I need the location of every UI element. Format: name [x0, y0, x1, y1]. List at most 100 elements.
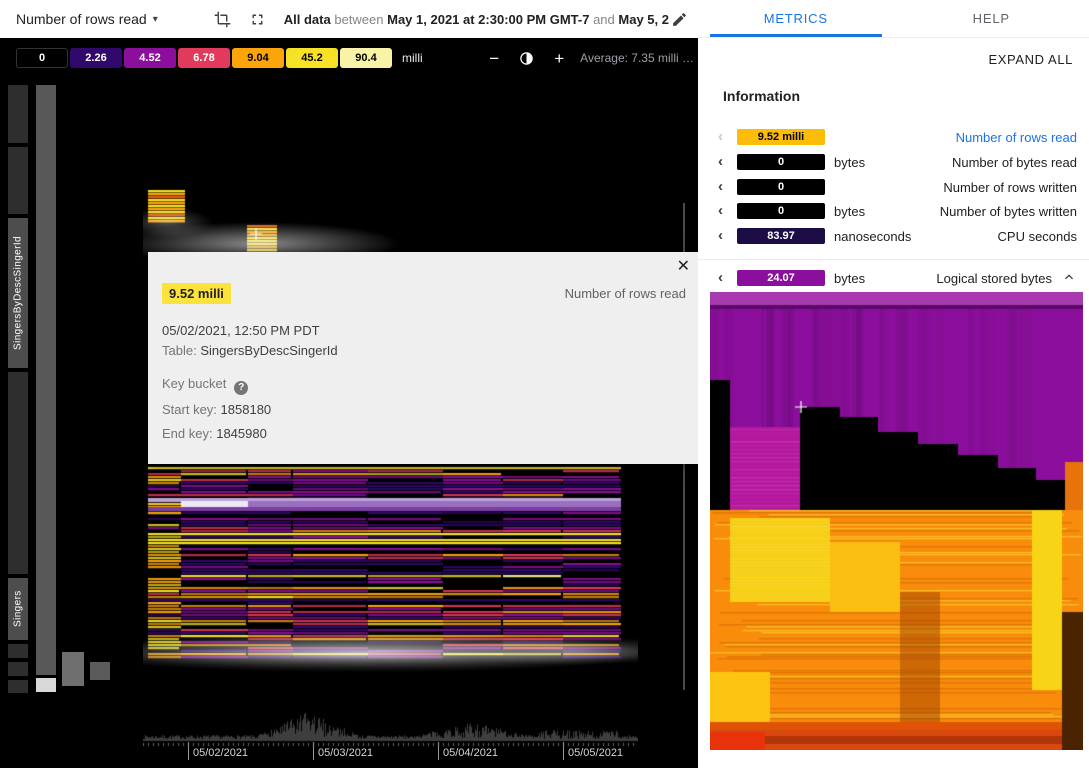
start-key-label: Start key:: [162, 402, 217, 417]
legend-chip: 9.04: [232, 48, 284, 68]
key-scrollbar-thumb[interactable]: [36, 678, 56, 692]
legend-chip: 6.78: [178, 48, 230, 68]
end-key-label: End key:: [162, 426, 213, 441]
detail-heatmap-canvas[interactable]: [710, 292, 1083, 750]
tooltip-end-key-line: End key: 1845980: [162, 426, 267, 441]
time-axis-label: 05/02/2021: [188, 747, 248, 760]
chevron-left-icon[interactable]: ‹: [718, 227, 723, 244]
contrast-button[interactable]: [517, 51, 536, 66]
crop-icon: [214, 11, 231, 28]
range-all-data: All data: [284, 12, 331, 27]
tooltip-table-value: SingersByDescSingerId: [200, 343, 337, 358]
metric-name[interactable]: Number of rows written: [943, 180, 1077, 195]
legend-chip: 4.52: [124, 48, 176, 68]
divider: [698, 259, 1089, 260]
expand-all-button[interactable]: EXPAND ALL: [988, 52, 1073, 67]
key-range-segment[interactable]: [8, 147, 28, 214]
metric-value-chip: 0: [737, 203, 825, 219]
legend-unit: milli: [402, 51, 423, 65]
toolbar-left: Number of rows read ▾ All data between M…: [0, 0, 698, 38]
crop-button[interactable]: [212, 9, 233, 30]
metric-row[interactable]: ‹ 83.97 nanoseconds CPU seconds: [698, 227, 1089, 247]
table-label[interactable]: Singers: [8, 578, 28, 640]
key-visualizer-app: Number of rows read ▾ All data between M…: [0, 0, 1089, 768]
metric-row[interactable]: ‹ 0 Number of rows written: [698, 178, 1089, 198]
metric-unit: nanoseconds: [834, 229, 911, 244]
metric-unit: bytes: [834, 204, 865, 219]
chevron-left-icon[interactable]: ‹: [718, 153, 723, 170]
metric-unit: bytes: [834, 155, 865, 170]
table-axis-track[interactable]: SingersByDescSingerId Singers: [8, 85, 28, 697]
average-value: Average: 7.35 milli …: [580, 51, 694, 65]
chevron-left-icon[interactable]: ‹: [718, 178, 723, 195]
caret-down-icon: ▾: [153, 14, 158, 25]
tooltip-table-line: Table: SingersByDescSingerId: [162, 343, 338, 358]
fullscreen-button[interactable]: [247, 9, 268, 30]
range-between: between: [334, 12, 383, 27]
tooltip-key-bucket-line: Key bucket?: [162, 376, 248, 395]
key-range-segment[interactable]: [8, 644, 28, 658]
tab-help[interactable]: HELP: [894, 0, 1089, 37]
chevron-left-icon[interactable]: ‹: [718, 269, 723, 286]
key-range-segment[interactable]: [8, 680, 28, 693]
minimap-block[interactable]: [62, 652, 84, 686]
collapse-section-button[interactable]: [1061, 269, 1077, 288]
key-range-segment[interactable]: [8, 662, 28, 676]
minimap-block[interactable]: [90, 662, 110, 680]
tooltip-table-label: Table:: [162, 343, 197, 358]
metric-value-chip: 9.52 milli: [737, 129, 825, 145]
metric-row[interactable]: ‹ 0 bytes Number of bytes written: [698, 202, 1089, 222]
end-key-value: 1845980: [216, 426, 267, 441]
metric-name[interactable]: Number of rows read: [956, 130, 1077, 145]
metric-name[interactable]: Number of bytes read: [952, 155, 1077, 170]
metric-row[interactable]: ‹ 9.52 milli Number of rows read: [698, 128, 1089, 148]
legend-chip: 45.2: [286, 48, 338, 68]
metric-value-chip: 0: [737, 179, 825, 195]
range-and: and: [593, 12, 615, 27]
tab-metrics[interactable]: METRICS: [698, 0, 894, 37]
pencil-icon: [671, 11, 688, 28]
metric-value-chip: 0: [737, 154, 825, 170]
time-axis-label: 05/05/2021: [563, 747, 623, 760]
key-bucket-label: Key bucket: [162, 376, 226, 391]
fullscreen-icon: [249, 11, 266, 28]
time-axis-label: 05/04/2021: [438, 747, 498, 760]
legend-chip: 0: [16, 48, 68, 68]
metric-name[interactable]: CPU seconds: [998, 229, 1077, 244]
help-icon[interactable]: ?: [234, 381, 248, 395]
metric-row[interactable]: ‹ 0 bytes Number of bytes read: [698, 153, 1089, 173]
metric-dropdown[interactable]: Number of rows read ▾: [16, 11, 158, 27]
metric-value-chip: 83.97: [737, 228, 825, 244]
right-panel-tabs: METRICS HELP: [698, 0, 1089, 38]
key-range-segment[interactable]: [8, 372, 28, 574]
metric-dropdown-label: Number of rows read: [16, 11, 147, 27]
information-title: Information: [723, 88, 800, 104]
heatmap-panel: 0 2.26 4.52 6.78 9.04 45.2 90.4 milli − …: [0, 38, 698, 768]
heatmap-tooltip: ✕ 9.52 milli Number of rows read 05/02/2…: [148, 252, 700, 464]
close-icon[interactable]: ✕: [677, 256, 690, 276]
range-end-date: May 5, 2: [618, 12, 669, 27]
metric-unit: bytes: [834, 271, 865, 286]
table-label[interactable]: SingersByDescSingerId: [8, 218, 28, 368]
edit-range-button[interactable]: [669, 9, 690, 30]
tooltip-metric-name: Number of rows read: [565, 286, 686, 301]
color-legend: 0 2.26 4.52 6.78 9.04 45.2 90.4 milli − …: [16, 48, 694, 68]
tooltip-start-key-line: Start key: 1858180: [162, 402, 271, 417]
metric-name[interactable]: Logical stored bytes: [936, 271, 1052, 286]
legend-chip: 90.4: [340, 48, 392, 68]
time-range-text: All data between May 1, 2021 at 2:30:00 …: [284, 12, 669, 27]
key-range-segment[interactable]: [8, 85, 28, 143]
zoom-out-button[interactable]: −: [487, 50, 501, 67]
zoom-in-button[interactable]: +: [552, 50, 566, 67]
chevron-up-icon: [1061, 269, 1077, 285]
chevron-left-icon[interactable]: ‹: [718, 202, 723, 219]
time-axis-label: 05/03/2021: [313, 747, 373, 760]
range-start-date: May 1, 2021 at 2:30:00 PM GMT-7: [387, 12, 589, 27]
metric-row-stored-bytes[interactable]: ‹ 24.07 bytes Logical stored bytes: [698, 269, 1089, 289]
timeline-chart[interactable]: [143, 701, 638, 747]
tooltip-value-chip: 9.52 milli: [162, 283, 231, 304]
chevron-left-icon[interactable]: ‹: [718, 128, 723, 145]
key-scrollbar-track[interactable]: [36, 85, 56, 675]
contrast-icon: [519, 51, 534, 66]
metric-name[interactable]: Number of bytes written: [940, 204, 1077, 219]
